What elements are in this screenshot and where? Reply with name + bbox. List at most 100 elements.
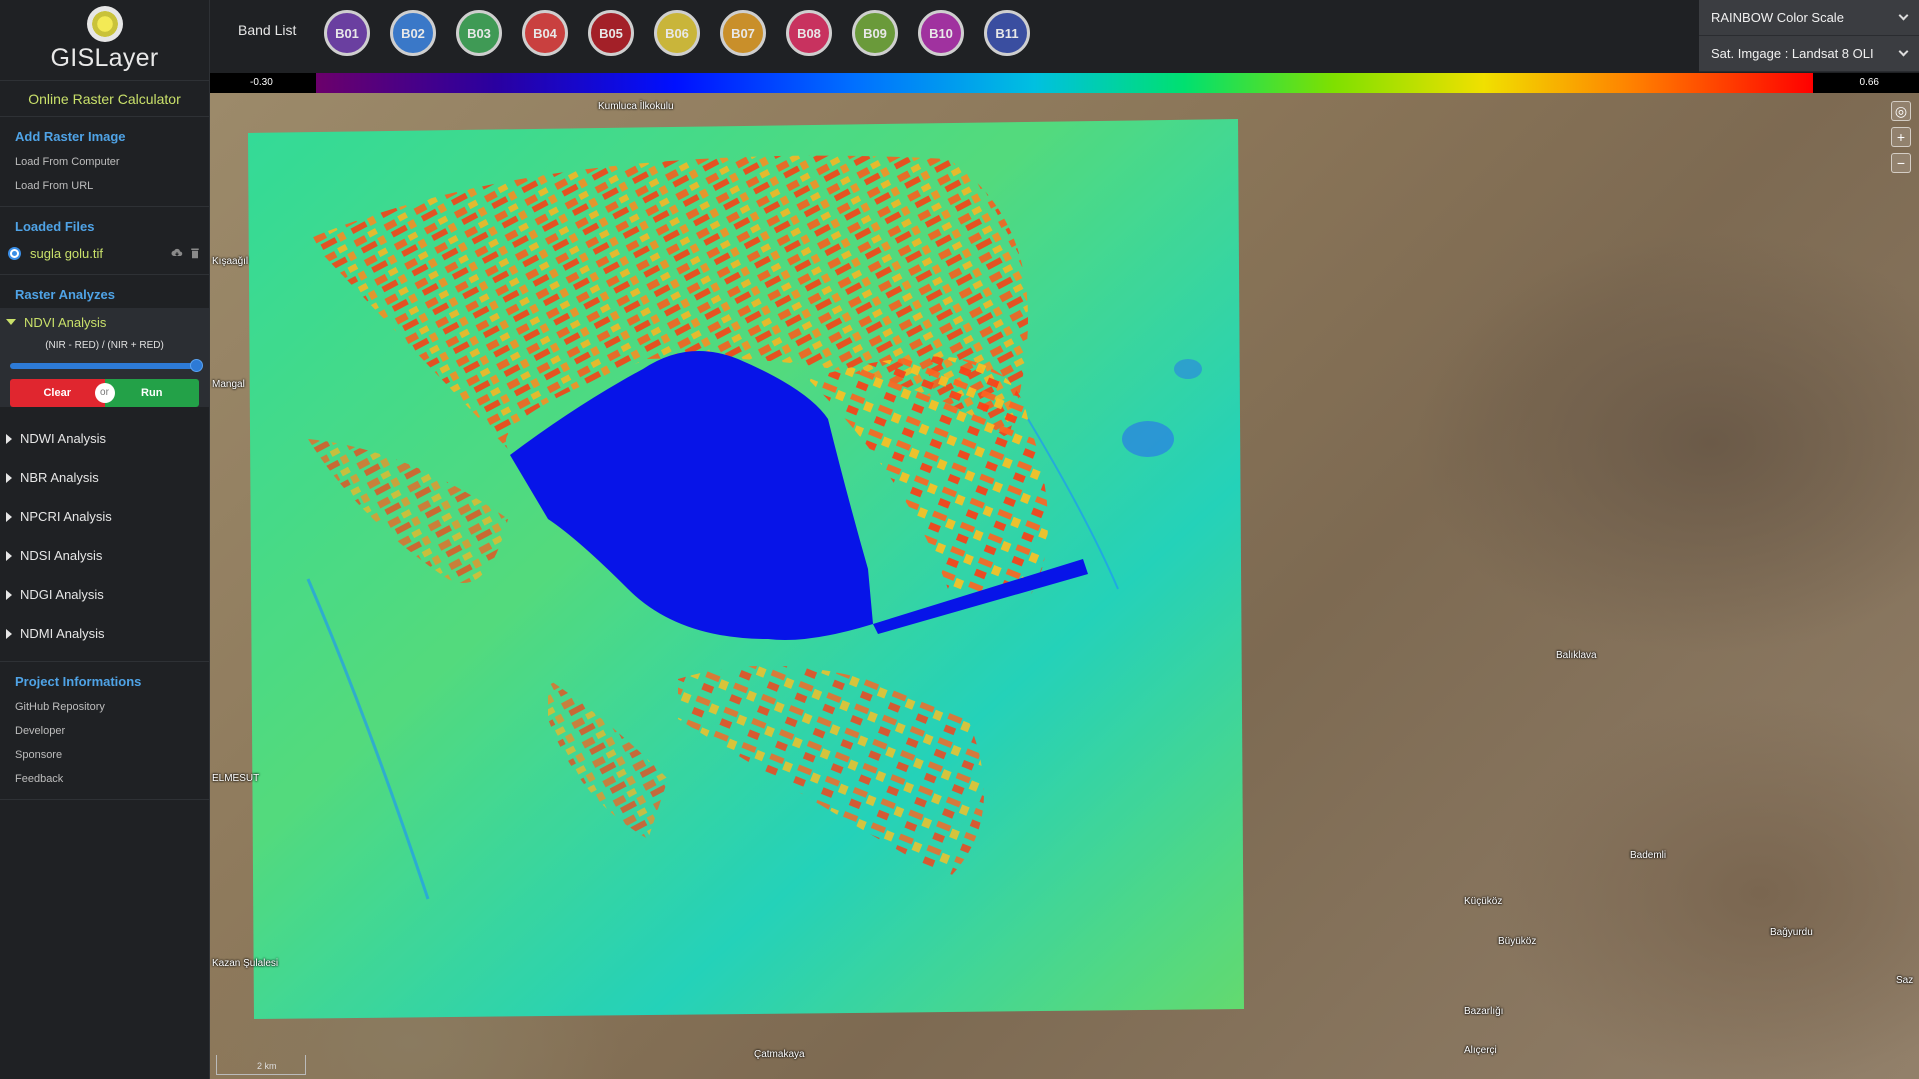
- band-button-b03[interactable]: B03: [456, 10, 502, 56]
- map-label: Çatmakaya: [754, 1049, 805, 1060]
- map-label: Bademli: [1630, 850, 1667, 861]
- analysis-item-label: NPCRI Analysis: [20, 509, 112, 524]
- caret-right-icon: [6, 550, 12, 561]
- caret-right-icon: [6, 589, 12, 600]
- caret-right-icon: [6, 628, 12, 639]
- band-button-b02[interactable]: B02: [390, 10, 436, 56]
- raster-analyzes-title: Raster Analyzes: [15, 287, 115, 302]
- analysis-item-ndsi[interactable]: NDSI Analysis: [0, 536, 209, 575]
- app-subtitle: Online Raster Calculator: [0, 80, 209, 117]
- analysis-item-ndwi[interactable]: NDWI Analysis: [0, 419, 209, 458]
- ndvi-analysis-header[interactable]: NDVI Analysis: [0, 308, 209, 336]
- band-button-b10[interactable]: B10: [918, 10, 964, 56]
- color-scale-value: RAINBOW Color Scale: [1711, 10, 1844, 25]
- band-list: B01 B02 B03 B04 B05 B06 B07 B08 B09 B10 B11: [324, 10, 1030, 56]
- zoom-out-button[interactable]: −: [1891, 153, 1911, 173]
- band-button-b05[interactable]: B05: [588, 10, 634, 56]
- project-section: Project Informations GitHub Repository D…: [0, 662, 209, 800]
- cloud-download-icon[interactable]: [171, 247, 183, 259]
- analysis-item-label: NDSI Analysis: [20, 548, 103, 563]
- caret-down-icon: [6, 319, 16, 325]
- band-button-b01[interactable]: B01: [324, 10, 370, 56]
- analysis-item-label: NDWI Analysis: [20, 431, 106, 446]
- file-select-radio[interactable]: [8, 246, 21, 260]
- compass-icon[interactable]: ◎: [1891, 101, 1911, 121]
- map-label: ELMESUT: [212, 773, 260, 784]
- band-button-b07[interactable]: B07: [720, 10, 766, 56]
- map-label: Kazan Şulalesi: [212, 958, 279, 969]
- sidebar: GISLayer Online Raster Calculator Add Ra…: [0, 0, 210, 1079]
- map-controls: ◎ + −: [1891, 101, 1911, 173]
- logo-icon: [86, 6, 123, 42]
- or-badge: or: [94, 383, 115, 403]
- developer-link[interactable]: Developer: [0, 719, 209, 743]
- run-button[interactable]: Run: [104, 379, 199, 407]
- sat-image-select[interactable]: Sat. Imgage : Landsat 8 OLI: [1699, 36, 1919, 72]
- analysis-item-label: NDMI Analysis: [20, 626, 105, 641]
- scale-min-value: -0.30: [250, 77, 273, 88]
- file-row[interactable]: sugla golu.tif: [0, 240, 209, 266]
- map-label: Kışaağıl: [212, 256, 249, 267]
- band-button-b06[interactable]: B06: [654, 10, 700, 56]
- trash-icon[interactable]: [189, 247, 201, 259]
- analysis-item-nbr[interactable]: NBR Analysis: [0, 458, 209, 497]
- band-button-b08[interactable]: B08: [786, 10, 832, 56]
- scale-gradient: [316, 73, 1813, 93]
- github-link[interactable]: GitHub Repository: [0, 695, 209, 719]
- analysis-item-ndmi[interactable]: NDMI Analysis: [0, 614, 209, 653]
- map-label: Balıklava: [1556, 650, 1597, 661]
- band-button-b04[interactable]: B04: [522, 10, 568, 56]
- color-scale-bar: -0.30 0.66: [210, 73, 1919, 93]
- zoom-in-button[interactable]: +: [1891, 127, 1911, 147]
- file-actions: [171, 247, 201, 259]
- map-label: Bazarlığı: [1464, 1006, 1504, 1017]
- add-raster-section: Add Raster Image Load From Computer Load…: [0, 117, 209, 207]
- app-root: GISLayer Online Raster Calculator Add Ra…: [0, 0, 1919, 1079]
- map-label: Büyüköz: [1498, 936, 1537, 947]
- clear-button[interactable]: Clear: [10, 379, 105, 407]
- chevron-down-icon: [1898, 46, 1909, 57]
- band-button-b09[interactable]: B09: [852, 10, 898, 56]
- file-name: sugla golu.tif: [30, 245, 103, 261]
- app-name: GISLayer: [50, 44, 159, 72]
- slider-thumb[interactable]: [190, 359, 203, 372]
- dropdowns: RAINBOW Color Scale Sat. Imgage : Landsa…: [1699, 0, 1919, 72]
- map-label: Saz: [1896, 975, 1914, 986]
- map-label: Bağyurdu: [1770, 927, 1813, 938]
- caret-right-icon: [6, 433, 12, 444]
- load-from-url-link[interactable]: Load From URL: [0, 174, 209, 198]
- analysis-item-ndgi[interactable]: NDGI Analysis: [0, 575, 209, 614]
- loaded-files-section: Loaded Files sugla golu.tif: [0, 207, 209, 275]
- map-label: Alıçerçi: [1464, 1045, 1497, 1056]
- add-raster-title: Add Raster Image: [15, 129, 126, 144]
- caret-right-icon: [6, 472, 12, 483]
- analysis-item-label: NDGI Analysis: [20, 587, 104, 602]
- map-label: Küçüköz: [1464, 896, 1503, 907]
- chevron-down-icon: [1898, 10, 1909, 21]
- ndvi-analysis-panel: NDVI Analysis (NIR - RED) / (NIR + RED) …: [0, 308, 209, 407]
- band-button-b11[interactable]: B11: [984, 10, 1030, 56]
- brand: GISLayer: [0, 0, 209, 80]
- ndvi-analysis-label: NDVI Analysis: [24, 314, 107, 330]
- analysis-item-npcri[interactable]: NPCRI Analysis: [0, 497, 209, 536]
- scale-max-value: 0.66: [1859, 77, 1879, 88]
- ndvi-raster-overlay: [248, 119, 1244, 1019]
- map-label: Kumluca İlkokulu: [598, 101, 674, 112]
- loaded-files-title: Loaded Files: [15, 219, 95, 234]
- ndvi-formula: (NIR - RED) / (NIR + RED): [45, 340, 164, 351]
- load-from-computer-link[interactable]: Load From Computer: [0, 150, 209, 174]
- sponsore-link[interactable]: Sponsore: [0, 743, 209, 767]
- analysis-list: NDWI Analysis NBR Analysis NPCRI Analysis N…: [0, 419, 209, 653]
- raster-analyzes-section: Raster Analyzes NDVI Analysis (NIR - RED…: [0, 275, 209, 662]
- threshold-slider[interactable]: [10, 359, 203, 372]
- action-buttons: Clear Run or: [10, 379, 199, 407]
- band-list-label: Band List: [238, 22, 297, 38]
- topbar: Band List B01 B02 B03 B04 B05 B06 B07 B08 B09 B10…: [210, 0, 1919, 73]
- map-view[interactable]: Kumluca İlkokulu Balıklava Bademli Küçük…: [210, 93, 1919, 1079]
- color-scale-select[interactable]: RAINBOW Color Scale: [1699, 0, 1919, 36]
- project-title: Project Informations: [15, 674, 142, 689]
- analysis-item-label: NBR Analysis: [20, 470, 99, 485]
- caret-right-icon: [6, 511, 12, 522]
- feedback-link[interactable]: Feedback: [0, 767, 209, 791]
- map-label: Mangal: [212, 379, 245, 390]
